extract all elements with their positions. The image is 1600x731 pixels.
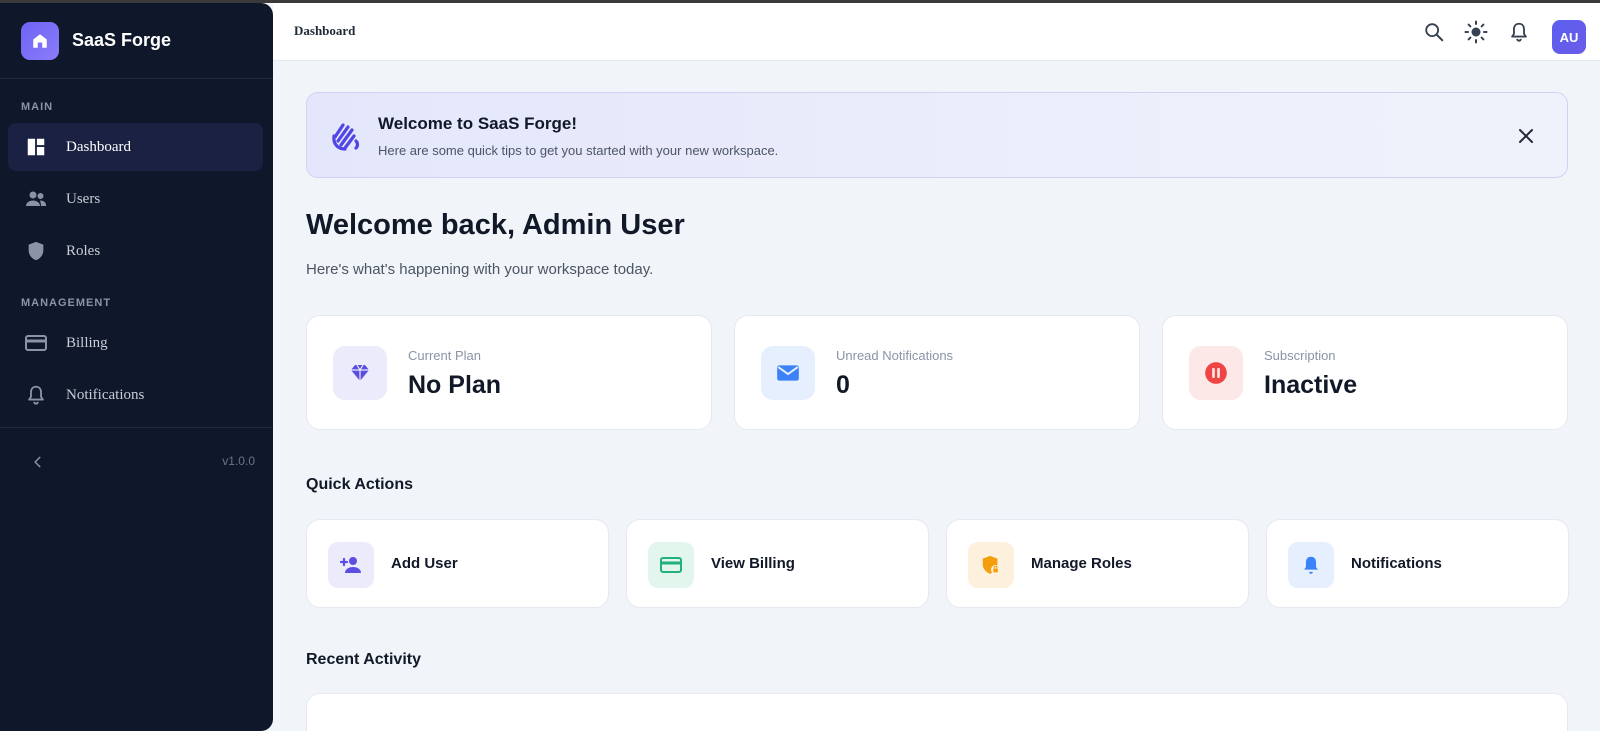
- welcome-heading: Welcome back, Admin User: [306, 209, 685, 241]
- add-user-icon: [328, 542, 374, 588]
- sidebar-item-users[interactable]: Users: [8, 175, 263, 223]
- search-icon[interactable]: [1422, 20, 1446, 44]
- sun-icon[interactable]: [1464, 20, 1488, 44]
- sidebar-item-billing[interactable]: Billing: [8, 319, 263, 367]
- stat-label: Current Plan: [408, 348, 481, 363]
- welcome-banner: Welcome to SaaS Forge! Here are some qui…: [306, 92, 1568, 178]
- shield-icon: [24, 239, 48, 263]
- gem-icon: [333, 346, 387, 400]
- manage-roles-button[interactable]: Manage Roles: [946, 519, 1249, 608]
- users-icon: [24, 187, 48, 211]
- sidebar-item-label: Roles: [66, 242, 101, 259]
- sidebar-item-label: Billing: [66, 334, 108, 351]
- sidebar-item-label: Notifications: [66, 386, 145, 403]
- mail-icon: [761, 346, 815, 400]
- stat-label: Subscription: [1264, 348, 1336, 363]
- recent-activity-card: [306, 693, 1568, 731]
- stat-value: No Plan: [408, 371, 502, 399]
- banner-subtitle: Here are some quick tips to get you star…: [378, 143, 779, 158]
- stat-card-subscription: Subscription Inactive: [1162, 315, 1568, 430]
- dashboard-icon: [24, 135, 48, 159]
- recent-activity-title: Recent Activity: [306, 651, 421, 668]
- waving-hand-icon: [329, 119, 363, 153]
- action-label: Manage Roles: [1031, 555, 1132, 572]
- brand[interactable]: SaaS Forge: [0, 3, 273, 79]
- bell-icon: [1288, 542, 1334, 588]
- banner-title: Welcome to SaaS Forge!: [378, 114, 578, 133]
- close-icon[interactable]: [1515, 125, 1537, 147]
- sidebar-item-label: Dashboard: [66, 138, 131, 155]
- sidebar-divider: [0, 427, 273, 428]
- bell-icon: [24, 383, 48, 407]
- sidebar-section-main: MAIN: [21, 101, 54, 113]
- sidebar: SaaS Forge MAIN Dashboard Users Roles MA…: [0, 3, 273, 731]
- top-header: Dashboard AU: [273, 3, 1600, 61]
- action-label: View Billing: [711, 555, 795, 572]
- chevron-left-icon[interactable]: [26, 450, 50, 474]
- avatar[interactable]: AU: [1552, 20, 1586, 54]
- notifications-button[interactable]: Notifications: [1266, 519, 1569, 608]
- credit-card-icon: [24, 331, 48, 355]
- action-label: Notifications: [1351, 555, 1442, 572]
- sidebar-item-notifications[interactable]: Notifications: [8, 371, 263, 419]
- stat-value: Inactive: [1264, 371, 1358, 399]
- action-label: Add User: [391, 555, 458, 572]
- shield-lock-icon: [968, 542, 1014, 588]
- sidebar-section-management: MANAGEMENT: [21, 297, 112, 309]
- quick-actions-title: Quick Actions: [306, 476, 413, 493]
- stat-card-unread-notifications: Unread Notifications 0: [734, 315, 1140, 430]
- bell-icon[interactable]: [1507, 20, 1531, 44]
- stat-label: Unread Notifications: [836, 348, 954, 363]
- pause-icon: [1189, 346, 1243, 400]
- welcome-subtitle: Here's what's happening with your worksp…: [306, 261, 654, 278]
- page-title: Dashboard: [294, 23, 356, 38]
- sidebar-item-label: Users: [66, 190, 101, 207]
- sidebar-item-roles[interactable]: Roles: [8, 227, 263, 275]
- brand-name: SaaS Forge: [72, 30, 172, 50]
- sidebar-item-dashboard[interactable]: Dashboard: [8, 123, 263, 171]
- version-label: v1.0.0: [222, 454, 255, 468]
- home-icon: [21, 21, 59, 60]
- stat-value: 0: [836, 371, 850, 399]
- add-user-button[interactable]: Add User: [306, 519, 609, 608]
- credit-card-icon: [648, 542, 694, 588]
- app-root: SaaS Forge MAIN Dashboard Users Roles MA…: [0, 3, 1600, 731]
- view-billing-button[interactable]: View Billing: [626, 519, 929, 608]
- stat-card-current-plan: Current Plan No Plan: [306, 315, 712, 430]
